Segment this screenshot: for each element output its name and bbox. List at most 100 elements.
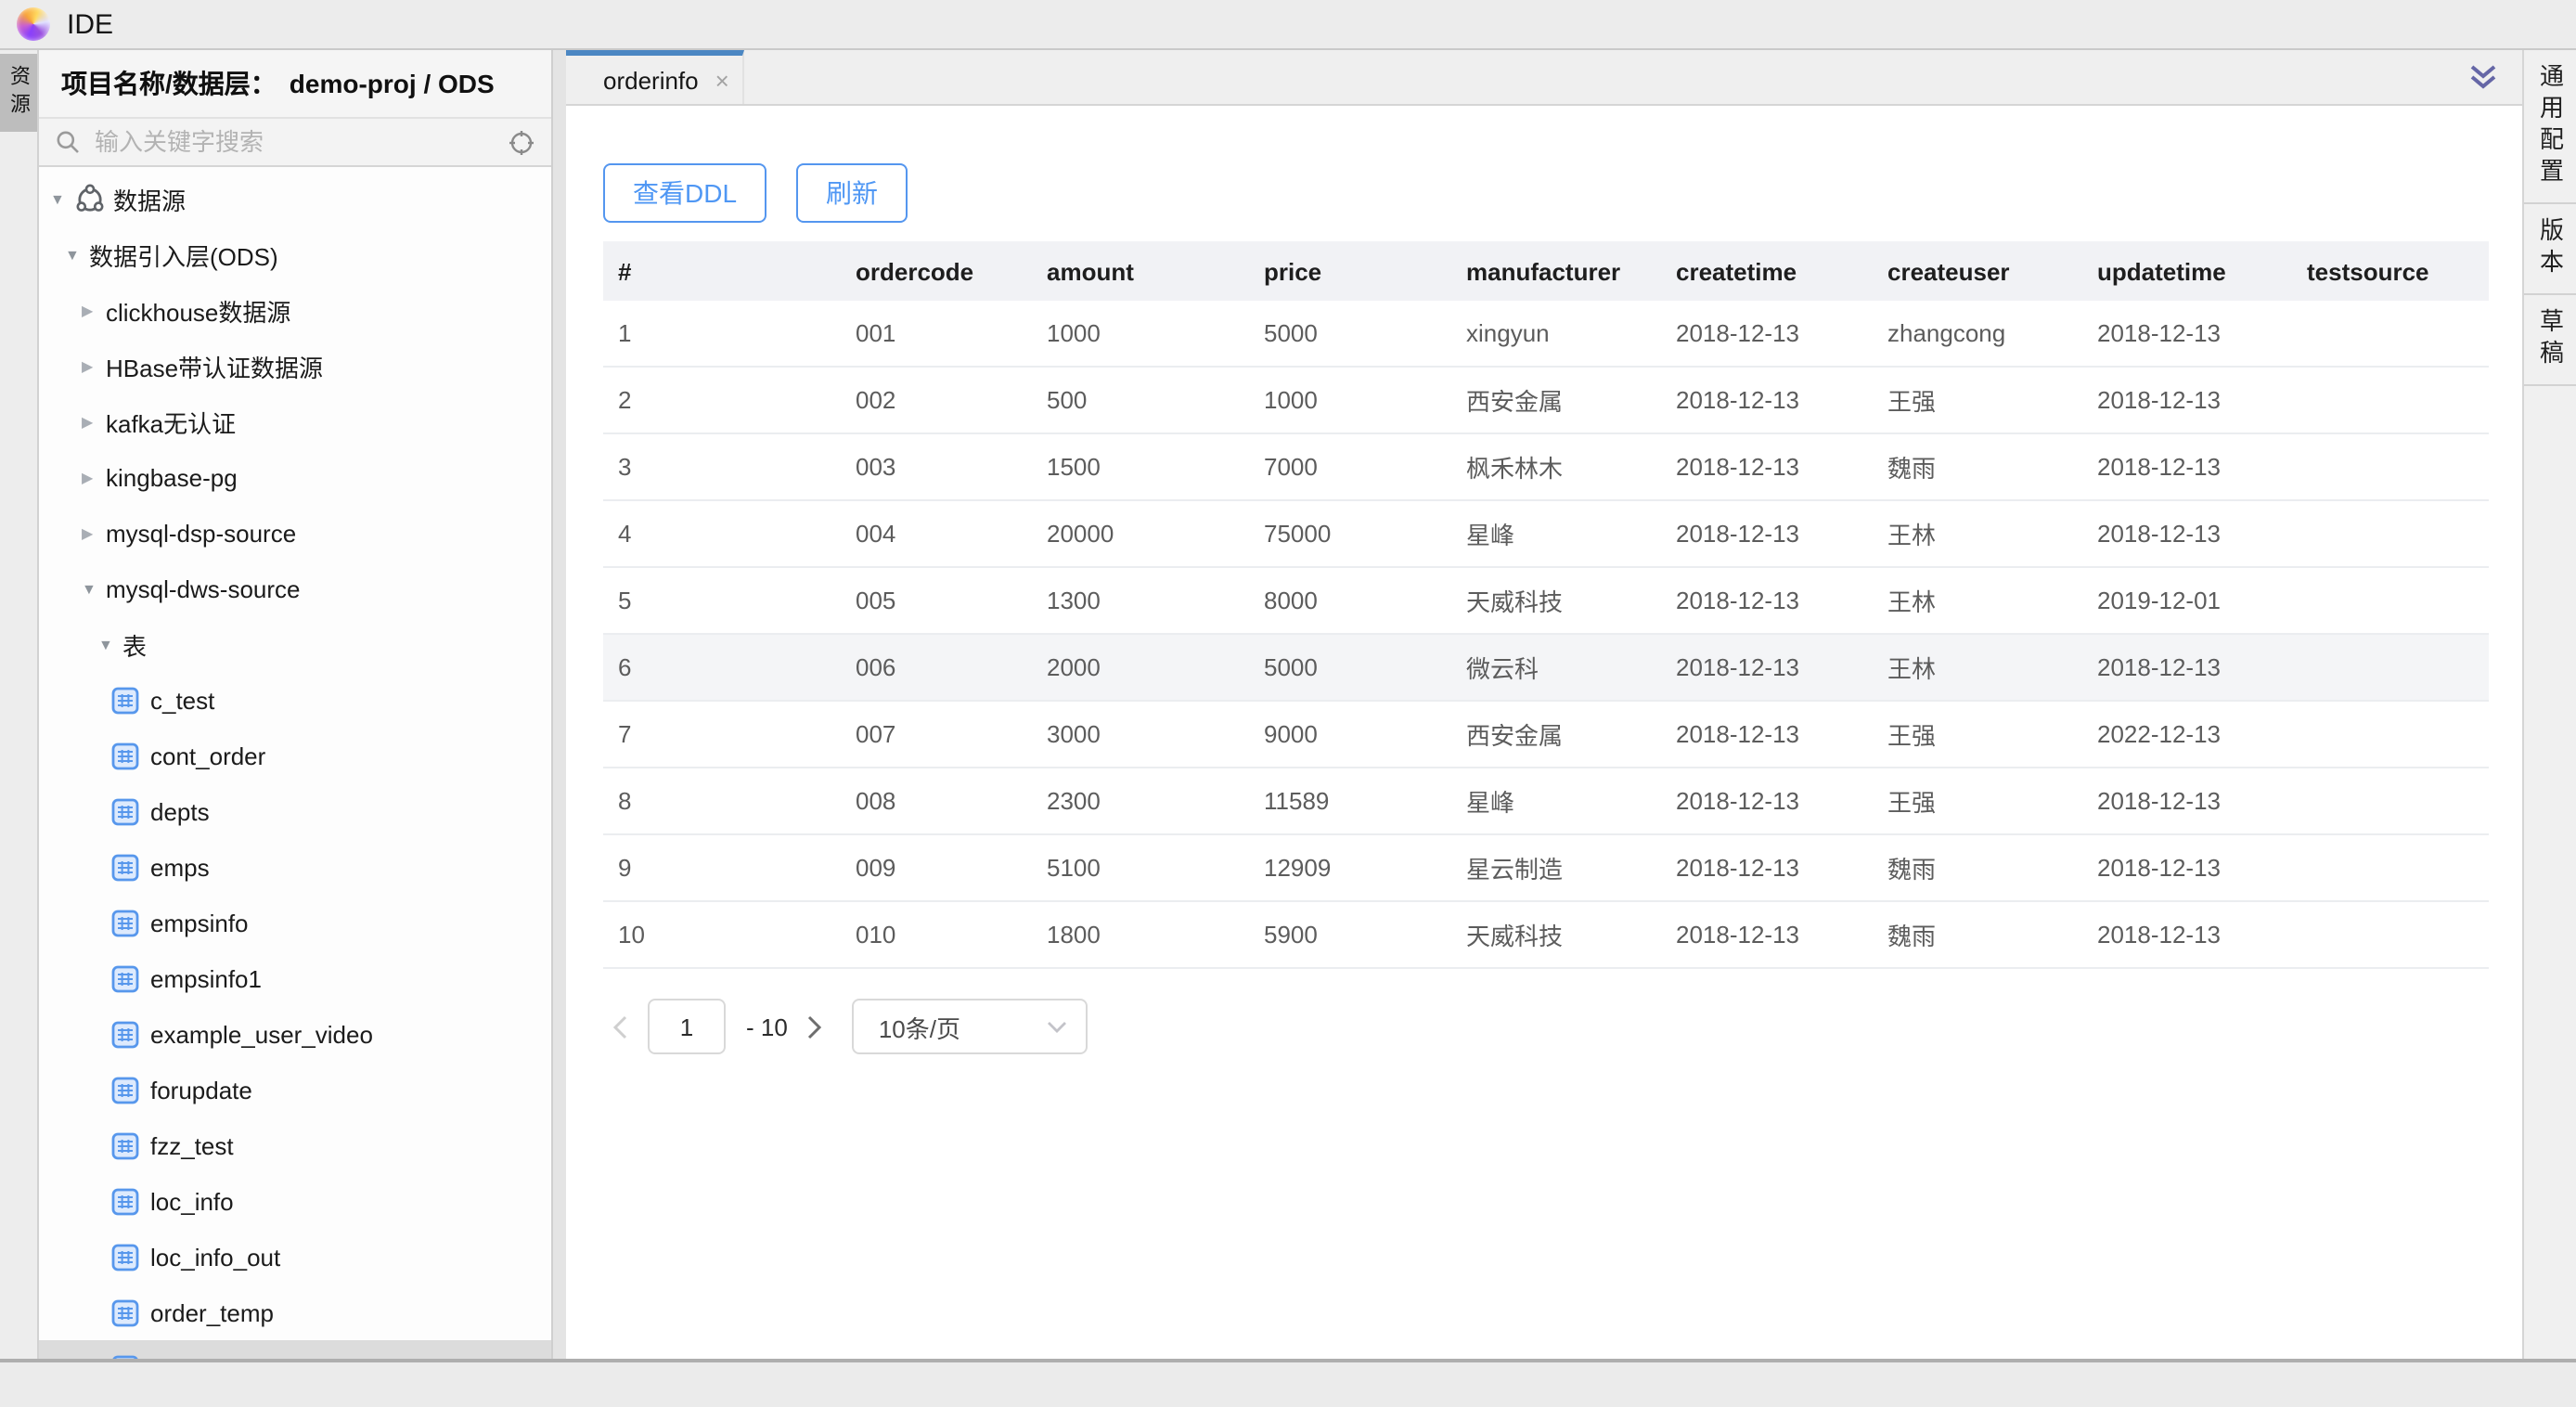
table-row[interactable]: 4 004 20000 75000 星峰 2018-12-13 王林 2018-… [603,500,2489,567]
datasource-tree: 数据源 [39,167,551,1359]
cell-updatetime: 2018-12-13 [2082,634,2292,701]
tree-node-icon [111,686,139,714]
tree-item[interactable]: kafka无认证 [39,394,551,449]
locate-icon[interactable] [509,129,535,155]
refresh-button[interactable]: 刷新 [796,163,908,223]
cell-createuser: 王林 [1873,500,2082,567]
tree-item[interactable]: 数据源 [39,171,551,226]
tree-item[interactable]: loc_info [39,1173,551,1229]
tree-expander-icon[interactable] [50,190,74,207]
tree-expander-icon[interactable] [82,469,106,485]
table-row[interactable]: 2 002 500 1000 西安金属 2018-12-13 王强 2018-1… [603,367,2489,433]
table-row[interactable]: 6 006 2000 5000 微云科 2018-12-13 王林 2018-1… [603,634,2489,701]
tree-expander-icon[interactable] [82,413,106,430]
page-size-value: 10条/页 [879,1009,1033,1044]
cell-ordercode: 004 [841,500,1032,567]
cell-amount: 500 [1032,367,1249,433]
titlebar: IDE [0,0,2576,50]
cell-price: 5900 [1249,901,1451,968]
tree-node-icon [111,853,139,881]
tree-item[interactable]: kingbase-pg [39,449,551,505]
cell-amount: 20000 [1032,500,1249,567]
tree-expander-icon[interactable] [82,302,106,318]
left-rail-tab-resources[interactable]: 资源 [0,54,37,132]
cell-amount: 2000 [1032,634,1249,701]
table-row[interactable]: 5 005 1300 8000 天威科技 2018-12-13 王林 2019-… [603,567,2489,634]
tree-item[interactable]: fzz_test [39,1117,551,1173]
prev-page-icon[interactable] [612,1014,627,1039]
table-row[interactable]: 10 010 1800 5900 天威科技 2018-12-13 魏雨 2018… [603,901,2489,968]
tree-item[interactable]: emps [39,839,551,895]
cell-createtime: 2018-12-13 [1661,901,1873,968]
cell-ordercode: 006 [841,634,1032,701]
tree-item[interactable]: clickhouse数据源 [39,282,551,338]
right-rail-tab[interactable]: 草稿 [2524,295,2576,386]
datasource-icon [74,183,106,214]
tree-item-label: clickhouse数据源 [106,292,290,328]
right-rail-tab[interactable]: 版本 [2524,204,2576,295]
column-header: updatetime [2082,241,2292,301]
table-row[interactable]: 1 001 1000 5000 xingyun 2018-12-13 zhang… [603,301,2489,367]
tree-node-icon [111,1298,139,1326]
table-row[interactable]: 9 009 5100 12909 星云制造 2018-12-13 魏雨 2018… [603,834,2489,901]
table-icon [111,909,139,936]
tab-orderinfo[interactable]: orderinfo × [566,50,744,104]
cell-ordercode: 009 [841,834,1032,901]
chevron-down-icon [1048,1020,1068,1033]
table-header-row: # ordercode amount price manufacturer cr… [603,241,2489,301]
tree-expander-icon[interactable] [82,580,106,597]
cell-testsource [2292,500,2489,567]
left-rail: 资源 [0,50,39,1359]
tree-expander-icon[interactable] [65,246,89,263]
cell-testsource [2292,433,2489,500]
view-ddl-button[interactable]: 查看DDL [603,163,766,223]
tree-item[interactable]: mysql-dws-source [39,561,551,616]
tree-item[interactable]: mysql-dsp-source [39,505,551,561]
panel-divider [553,50,566,1359]
page-size-select[interactable]: 10条/页 [853,999,1088,1054]
left-rail-tab-label: 资源 [4,65,33,121]
tree-item[interactable]: loc_info_out [39,1229,551,1284]
tree-item[interactable]: order_temp [39,1284,551,1340]
cell-createuser: 王强 [1873,768,2082,834]
collapse-panel-icon[interactable] [2468,63,2498,91]
table-row[interactable]: 8 008 2300 11589 星峰 2018-12-13 王强 2018-1… [603,768,2489,834]
tree-item[interactable]: example_user_video [39,1006,551,1062]
tree-item[interactable]: 数据引入层(ODS) [39,226,551,282]
tree-item[interactable]: forupdate [39,1062,551,1117]
cell-ordercode: 010 [841,901,1032,968]
cell-updatetime: 2018-12-13 [2082,301,2292,367]
search-input[interactable] [91,126,497,158]
tree-expander-icon[interactable] [82,357,106,374]
tree-item[interactable]: 表 [39,616,551,672]
table-row[interactable]: 7 007 3000 9000 西安金属 2018-12-13 王强 2022-… [603,701,2489,768]
cell-price: 7000 [1249,433,1451,500]
tree-item[interactable]: depts [39,783,551,839]
toolbar: 查看DDL 刷新 [603,163,2522,223]
tree-item[interactable] [39,1340,551,1359]
tree-item[interactable]: c_test [39,672,551,728]
tree-node-icon [74,183,106,214]
cell-index: 3 [603,433,841,500]
next-page-icon[interactable] [808,1014,823,1039]
tree-item-label: c_test [150,686,214,714]
tree-item[interactable]: cont_order [39,728,551,783]
tree-item[interactable]: empsinfo1 [39,950,551,1006]
right-rail-tab-label: 草稿 [2532,308,2568,371]
cell-manufacturer: 枫禾林木 [1451,433,1661,500]
table-row[interactable]: 3 003 1500 7000 枫禾林木 2018-12-13 魏雨 2018-… [603,433,2489,500]
right-rail-tab[interactable]: 通用配置 [2524,50,2576,204]
cell-ordercode: 007 [841,701,1032,768]
tree-item[interactable]: empsinfo [39,895,551,950]
page-number-input[interactable]: 1 [648,999,726,1054]
tab-close-icon[interactable]: × [715,68,729,92]
tree-expander-icon[interactable] [98,636,122,652]
cell-amount: 2300 [1032,768,1249,834]
table-icon [111,1020,139,1048]
tree-item[interactable]: HBase带认证数据源 [39,338,551,394]
cell-price: 5000 [1249,634,1451,701]
tree-item-label: mysql-dws-source [106,574,301,602]
cell-price: 8000 [1249,567,1451,634]
column-header: price [1249,241,1451,301]
tree-expander-icon[interactable] [82,524,106,541]
